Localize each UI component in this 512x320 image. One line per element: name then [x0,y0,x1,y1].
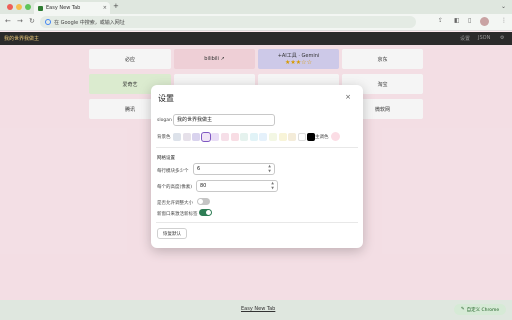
height-stepper[interactable]: 80 ▲ ▼ [196,180,278,192]
address-bar[interactable]: 在 Google 中搜索，或输入网址 [40,16,416,28]
back-icon[interactable]: ← [5,17,11,25]
cols-label: 每行模块多少个 [157,169,189,174]
theme-color-swatch[interactable] [331,132,340,141]
customize-chrome-button[interactable]: ✎ 自定义 Chrome [454,304,506,315]
resize-toggle[interactable] [197,198,210,205]
color-swatch[interactable] [211,133,220,141]
footer-link[interactable]: Easy New Tab [241,306,275,312]
close-window-button[interactable] [7,4,13,10]
tab-search-icon[interactable]: ⌄ [501,3,506,10]
app-header: 我的世界我做主 设置 JSON ⚙ [0,32,512,45]
pencil-icon: ✎ [460,307,465,312]
nav-json[interactable]: JSON [478,35,490,41]
cols-stepper[interactable]: 6 ▲ ▼ [193,163,275,175]
increment-icon[interactable]: ▲ [268,164,271,168]
browser-titlebar: Easy New Tab × + ⌄ [0,0,512,14]
slogan-label: slogan [157,118,172,123]
color-swatch[interactable] [230,133,239,141]
theme-color-label: 主调色 [315,135,329,140]
forward-icon[interactable]: → [17,17,23,25]
color-swatch[interactable] [182,133,191,141]
customize-label: 自定义 Chrome [466,307,500,313]
color-swatch[interactable] [269,133,277,141]
cols-value: 6 [197,166,201,172]
browser-tab[interactable]: Easy New Tab × [34,2,110,14]
color-swatch[interactable] [249,133,258,141]
color-swatch[interactable] [221,133,229,141]
color-swatch[interactable] [192,133,201,141]
color-swatch[interactable] [200,132,211,142]
toggle-knob [206,210,211,215]
menu-icon[interactable]: ⋮ [501,17,507,24]
dialog-title: 设置 [158,94,174,103]
settings-dialog: 设置 × slogan 我的世界我做主 背景色 主调色 网格设置 每行模块多少个… [151,85,363,248]
increment-icon[interactable]: ▲ [271,181,274,185]
color-swatch[interactable] [259,133,268,141]
tab-close-icon[interactable]: × [103,5,107,11]
close-icon[interactable]: × [345,93,351,101]
nav-settings[interactable]: 设置 [460,35,470,42]
color-swatch[interactable] [297,133,306,141]
profile-avatar[interactable] [480,17,489,26]
grid-settings-heading: 网格设置 [157,156,175,161]
resize-toggle-label: 是否允许调整大小 [157,201,193,206]
slogan-input[interactable]: 我的世界我做主 [173,114,275,126]
color-swatch[interactable] [278,133,287,141]
height-label: 每个的高度(像素) [157,185,193,190]
minimize-window-button[interactable] [16,4,22,10]
toggle-knob [198,199,203,204]
new-window-toggle-label: 新窗口来激活新标签 [157,212,198,217]
decrement-icon[interactable]: ▼ [268,169,271,173]
tab-favicon-icon [38,5,43,11]
extensions-icon[interactable]: ◧ [454,17,460,24]
color-swatch[interactable] [240,133,249,141]
tab-title: Easy New Tab [46,5,81,11]
page-footer: Easy New Tab ✎ 自定义 Chrome [0,300,512,320]
reload-icon[interactable]: ↻ [29,17,35,25]
side-panel-icon[interactable]: ▯ [468,17,471,24]
gear-icon[interactable]: ⚙ [500,35,504,41]
address-placeholder: 在 Google 中搜索，或输入网址 [54,19,125,26]
new-tab-button[interactable]: + [113,2,119,10]
share-icon[interactable]: ⇪ [438,17,443,24]
color-swatch[interactable] [173,133,181,141]
height-value: 80 [200,183,207,189]
color-swatch[interactable] [288,133,297,141]
decrement-icon[interactable]: ▼ [271,186,274,190]
maximize-window-button[interactable] [25,4,31,10]
reset-defaults-button[interactable]: 恢复默认 [157,228,187,239]
new-window-toggle[interactable] [199,209,212,216]
bg-color-label: 背景色 [157,135,171,140]
brand-slogan: 我的世界我做主 [4,36,40,42]
google-icon [45,19,51,25]
divider [156,147,358,148]
browser-toolbar: ← → ↻ 在 Google 中搜索，或输入网址 ⇪ ◧ ▯ ⋮ [0,14,512,31]
divider [156,222,358,223]
